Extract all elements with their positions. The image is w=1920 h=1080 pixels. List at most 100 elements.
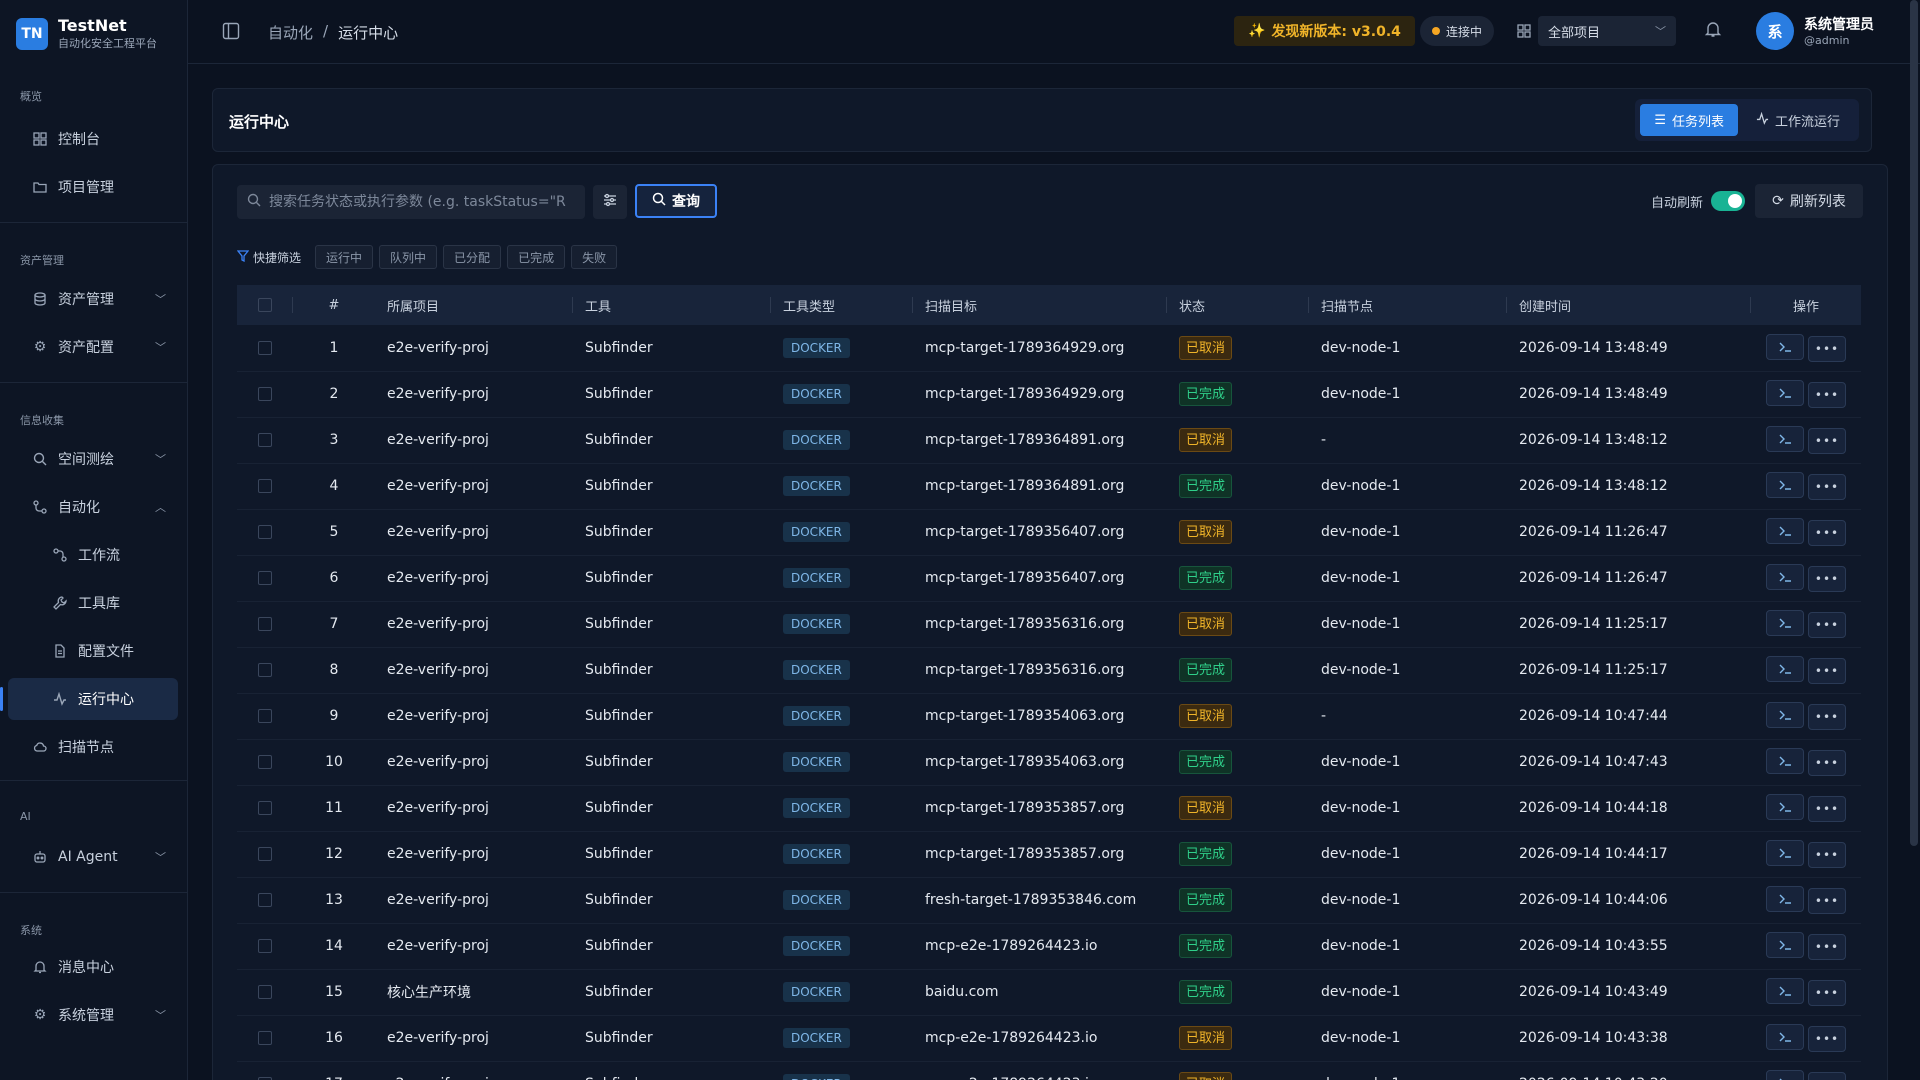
- terminal-button[interactable]: [1766, 472, 1804, 498]
- row-checkbox[interactable]: [258, 847, 272, 861]
- filter-chip-completed[interactable]: 已完成: [507, 245, 566, 269]
- sidebar-item-messages[interactable]: 消息中心: [8, 946, 178, 988]
- breadcrumb-parent[interactable]: 自动化: [268, 22, 313, 43]
- more-options-button[interactable]: •••: [1808, 704, 1846, 730]
- more-options-button[interactable]: •••: [1808, 520, 1846, 546]
- table-row[interactable]: 5 e2e-verify-proj Subfinder DOCKER mcp-targe…: [237, 509, 1861, 555]
- sidebar-item-scan-nodes[interactable]: 扫描节点: [8, 726, 178, 768]
- terminal-button[interactable]: [1766, 932, 1804, 958]
- table-row[interactable]: 6 e2e-verify-proj Subfinder DOCKER mcp-targe…: [237, 555, 1861, 601]
- row-checkbox[interactable]: [258, 755, 272, 769]
- filter-chip-queued[interactable]: 队列中: [379, 245, 438, 269]
- column-header[interactable]: 工具类型: [771, 285, 913, 325]
- terminal-button[interactable]: [1766, 610, 1804, 636]
- column-header[interactable]: 所属项目: [375, 285, 573, 325]
- table-row[interactable]: 14 e2e-verify-proj Subfinder DOCKER mcp-e2e-…: [237, 923, 1861, 969]
- search-input[interactable]: [269, 194, 569, 210]
- row-checkbox[interactable]: [258, 433, 272, 447]
- column-header[interactable]: 扫描节点: [1309, 285, 1507, 325]
- column-header[interactable]: 扫描目标: [913, 285, 1167, 325]
- sidebar-item-system-settings[interactable]: ⚙ 系统管理 ﹀: [8, 994, 178, 1036]
- sidebar-item-workflow[interactable]: 工作流: [8, 534, 178, 576]
- more-options-button[interactable]: •••: [1808, 980, 1846, 1006]
- table-row[interactable]: 9 e2e-verify-proj Subfinder DOCKER mcp-targe…: [237, 693, 1861, 739]
- terminal-button[interactable]: [1766, 656, 1804, 682]
- row-checkbox[interactable]: [258, 663, 272, 677]
- table-row[interactable]: 4 e2e-verify-proj Subfinder DOCKER mcp-targe…: [237, 463, 1861, 509]
- notification-bell-icon[interactable]: [1704, 20, 1722, 42]
- sidebar-item-config-files[interactable]: 配置文件: [8, 630, 178, 672]
- row-checkbox[interactable]: [258, 801, 272, 815]
- table-row[interactable]: 3 e2e-verify-proj Subfinder DOCKER mcp-targe…: [237, 417, 1861, 463]
- column-header[interactable]: 工具: [573, 285, 771, 325]
- row-checkbox[interactable]: [258, 525, 272, 539]
- more-options-button[interactable]: •••: [1808, 658, 1846, 684]
- terminal-button[interactable]: [1766, 518, 1804, 544]
- row-checkbox[interactable]: [258, 709, 272, 723]
- terminal-button[interactable]: [1766, 426, 1804, 452]
- terminal-button[interactable]: [1766, 794, 1804, 820]
- select-all-checkbox[interactable]: [258, 298, 272, 312]
- page-scrollbar[interactable]: [1910, 0, 1918, 846]
- sidebar-item-asset-config[interactable]: ⚙ 资产配置 ﹀: [8, 326, 178, 368]
- filter-chip-failed[interactable]: 失败: [571, 245, 618, 269]
- table-row[interactable]: 13 e2e-verify-proj Subfinder DOCKER fresh-ta…: [237, 877, 1861, 923]
- more-options-button[interactable]: •••: [1808, 382, 1846, 408]
- table-row[interactable]: 15 核心生产环境 Subfinder DOCKER baidu.com 已完成 dev-n…: [237, 969, 1861, 1015]
- row-checkbox[interactable]: [258, 340, 272, 355]
- more-options-button[interactable]: •••: [1808, 1072, 1846, 1080]
- more-options-button[interactable]: •••: [1808, 1026, 1846, 1052]
- more-options-button[interactable]: •••: [1808, 888, 1846, 914]
- more-options-button[interactable]: •••: [1808, 566, 1846, 592]
- sidebar-item-run-center[interactable]: 运行中心: [8, 678, 178, 720]
- terminal-button[interactable]: [1766, 748, 1804, 774]
- filter-chip-running[interactable]: 运行中: [315, 245, 374, 269]
- more-options-button[interactable]: •••: [1808, 335, 1846, 362]
- table-row[interactable]: 7 e2e-verify-proj Subfinder DOCKER mcp-targe…: [237, 601, 1861, 647]
- more-options-button[interactable]: •••: [1808, 934, 1846, 960]
- table-row[interactable]: 17e2e-verify-projSubfinder DOCKER mcp-e2e-…: [237, 1061, 1861, 1080]
- user-menu[interactable]: 系 系统管理员 @admin: [1756, 12, 1874, 50]
- table-row[interactable]: 1 e2e-verify-proj Subfinder DOCKER mcp-targe…: [237, 325, 1861, 371]
- advanced-filter-button[interactable]: [593, 185, 627, 219]
- project-select[interactable]: 全部项目 ﹀: [1538, 16, 1676, 46]
- sidebar-item-cyberspace-mapping[interactable]: 空间测绘 ﹀: [8, 438, 178, 480]
- row-checkbox[interactable]: [258, 571, 272, 585]
- terminal-button[interactable]: [1766, 333, 1804, 360]
- filter-chip-assigned[interactable]: 已分配: [443, 245, 502, 269]
- search-box[interactable]: [237, 185, 585, 219]
- project-selector[interactable]: 全部项目 ﹀: [1510, 14, 1682, 48]
- terminal-button[interactable]: [1766, 840, 1804, 866]
- sidebar-item-ai-agent[interactable]: AI Agent ﹀: [8, 836, 178, 878]
- row-checkbox[interactable]: [258, 893, 272, 907]
- tab-workflow-runs[interactable]: 工作流运行: [1742, 104, 1854, 136]
- terminal-button[interactable]: [1766, 978, 1804, 1004]
- terminal-button[interactable]: [1766, 1070, 1804, 1080]
- table-row[interactable]: 11 e2e-verify-proj Subfinder DOCKER mcp-targ…: [237, 785, 1861, 831]
- terminal-button[interactable]: [1766, 702, 1804, 728]
- sidebar-item-projects[interactable]: 项目管理: [8, 166, 178, 208]
- row-checkbox[interactable]: [258, 479, 272, 493]
- brand[interactable]: TN TestNet 自动化安全工程平台: [16, 16, 157, 52]
- sidebar-item-tools[interactable]: 工具库: [8, 582, 178, 624]
- sidebar-item-automation[interactable]: 自动化 ︿: [8, 486, 178, 528]
- auto-refresh-toggle[interactable]: [1711, 191, 1746, 211]
- terminal-button[interactable]: [1766, 380, 1804, 406]
- terminal-button[interactable]: [1766, 1024, 1804, 1050]
- refresh-list-button[interactable]: ⟳ 刷新列表: [1755, 184, 1863, 218]
- row-checkbox[interactable]: [258, 387, 272, 401]
- more-options-button[interactable]: •••: [1808, 796, 1846, 822]
- new-version-badge[interactable]: ✨ 发现新版本: v3.0.4: [1234, 16, 1415, 46]
- column-header[interactable]: 创建时间: [1507, 285, 1751, 325]
- sidebar-item-dashboard[interactable]: 控制台: [8, 118, 178, 160]
- terminal-button[interactable]: [1766, 886, 1804, 912]
- more-options-button[interactable]: •••: [1808, 842, 1846, 868]
- more-options-button[interactable]: •••: [1808, 612, 1846, 638]
- more-options-button[interactable]: •••: [1808, 750, 1846, 776]
- more-options-button[interactable]: •••: [1808, 428, 1846, 454]
- sidebar-toggle-icon[interactable]: [222, 22, 242, 42]
- table-row[interactable]: 2 e2e-verify-proj Subfinder DOCKER mcp-targe…: [237, 371, 1861, 417]
- tab-task-list[interactable]: ☰ 任务列表: [1640, 104, 1738, 136]
- table-row[interactable]: 8 e2e-verify-proj Subfinder DOCKER mcp-targe…: [237, 647, 1861, 693]
- column-header[interactable]: 状态: [1167, 285, 1309, 325]
